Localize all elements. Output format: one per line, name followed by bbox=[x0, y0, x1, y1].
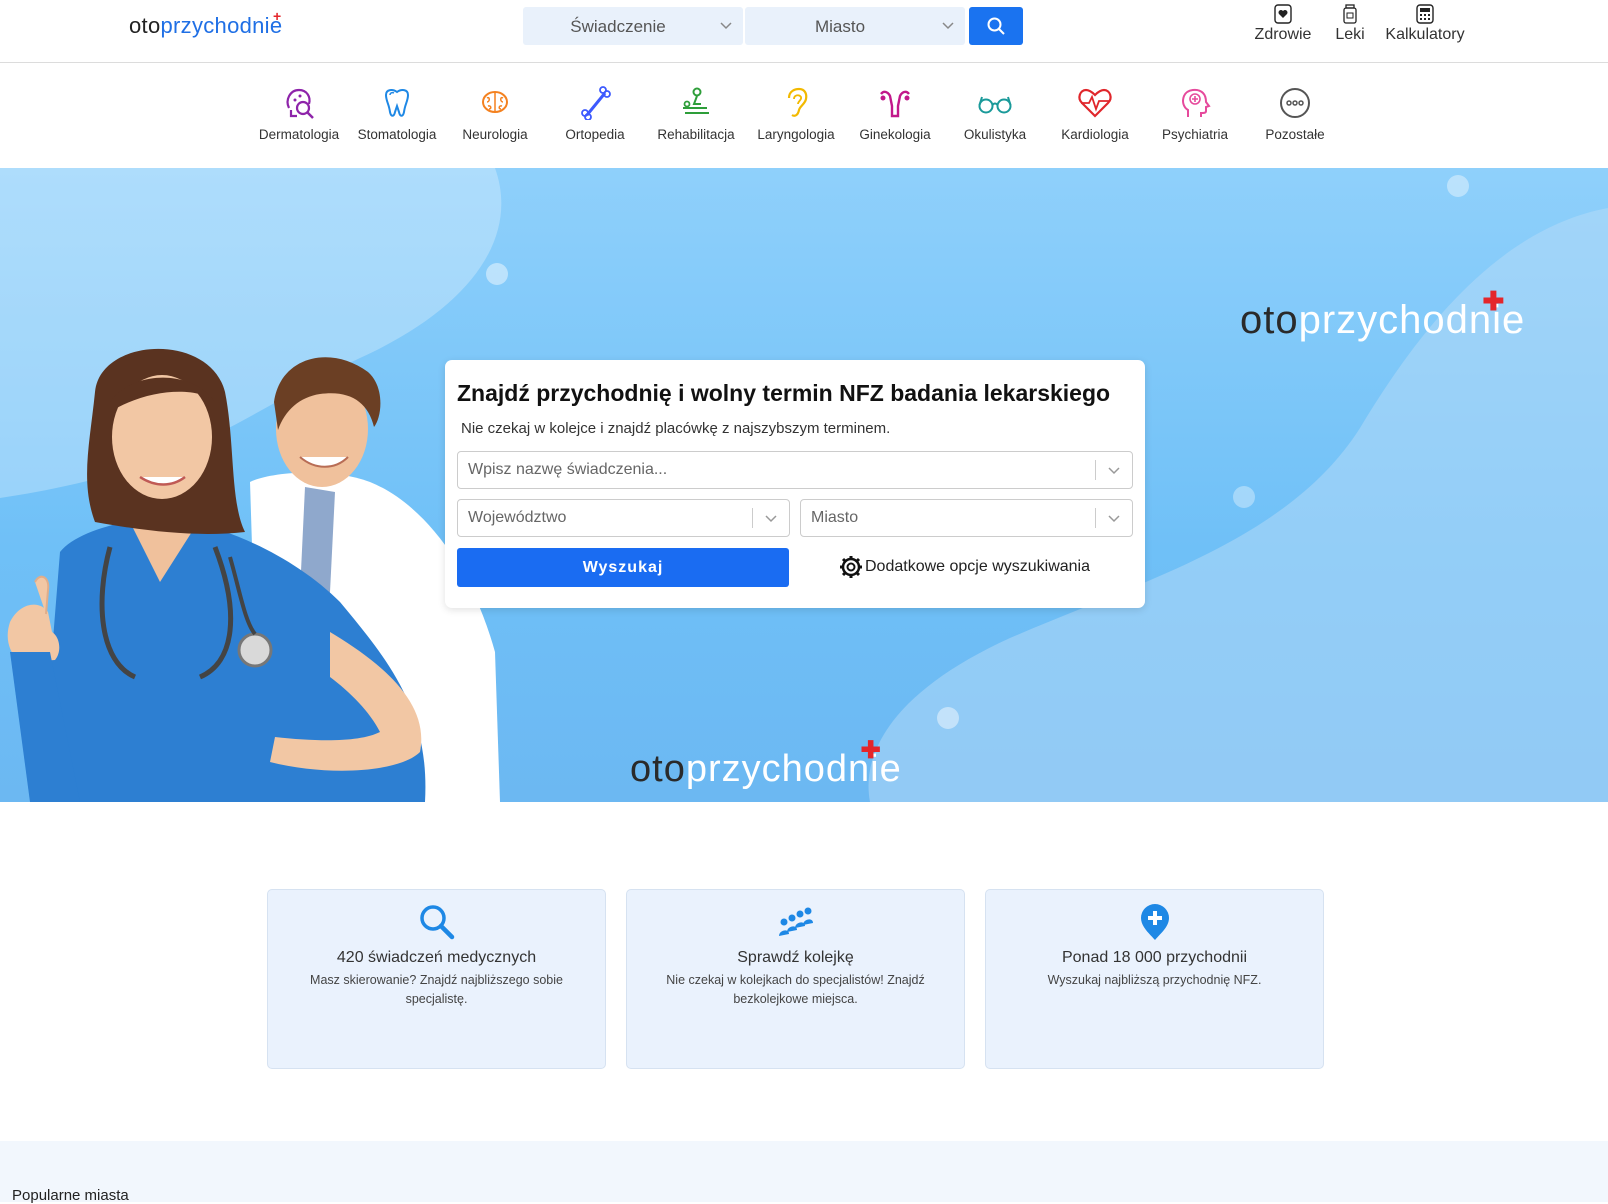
location-plus-icon bbox=[1140, 904, 1169, 940]
nav-zdrowie[interactable]: Zdrowie bbox=[1251, 4, 1315, 44]
dermatology-icon bbox=[286, 88, 314, 119]
more-dots-icon bbox=[1280, 88, 1310, 118]
hero-logo-bottom: otoprzychodnie ✚ bbox=[630, 737, 902, 790]
hero-logo-right: otoprzychodnie ✚ bbox=[1240, 286, 1526, 342]
massage-icon bbox=[683, 87, 709, 114]
glasses-icon bbox=[978, 96, 1012, 114]
city-select[interactable]: Miasto bbox=[745, 7, 965, 45]
category-stomatologia[interactable]: Stomatologia bbox=[349, 86, 445, 142]
nav-kalkulatory[interactable]: Kalkulatory bbox=[1384, 4, 1466, 44]
category-pozostale[interactable]: Pozostałe bbox=[1247, 86, 1343, 142]
category-psychiatria[interactable]: Psychiatria bbox=[1147, 86, 1243, 142]
search-icon bbox=[987, 17, 1005, 35]
chevron-down-icon bbox=[942, 22, 954, 30]
site-logo[interactable]: otoprzychodnie + bbox=[129, 8, 282, 39]
search-button[interactable]: Wyszukaj bbox=[457, 548, 789, 587]
top-bar: otoprzychodnie + Świadczenie Miasto Zdro… bbox=[0, 0, 1608, 63]
popular-cities-title: Popularne miasta bbox=[12, 1187, 129, 1204]
category-dermatologia[interactable]: Dermatologia bbox=[251, 86, 347, 142]
category-rehabilitacja[interactable]: Rehabilitacja bbox=[647, 86, 745, 142]
heart-pulse-icon bbox=[1078, 88, 1112, 118]
nav-leki[interactable]: Leki bbox=[1330, 4, 1370, 44]
more-options-link[interactable]: Dodatkowe opcje wyszukiwania bbox=[839, 555, 1090, 579]
info-card-clinics: Ponad 18 000 przychodnii Wyszukaj najbli… bbox=[985, 889, 1324, 1069]
category-ortopedia[interactable]: Ortopedia bbox=[547, 86, 643, 142]
region-select[interactable]: Województwo bbox=[457, 499, 790, 537]
chevron-down-icon bbox=[1108, 515, 1120, 523]
chevron-down-icon bbox=[1108, 467, 1120, 475]
head-plus-icon bbox=[1182, 88, 1211, 117]
doctors-illustration bbox=[7, 348, 500, 802]
hero-section: otoprzychodnie ✚ otoprzychodnie ✚ Znajdź… bbox=[0, 168, 1608, 802]
calculator-icon bbox=[1416, 4, 1434, 24]
info-card-queue: Sprawdź kolejkę Nie czekaj w kolejkach d… bbox=[626, 889, 965, 1069]
search-icon bbox=[419, 905, 454, 940]
logo-cross: + bbox=[272, 8, 282, 24]
uterus-icon bbox=[880, 90, 910, 118]
tooth-icon bbox=[384, 89, 410, 117]
heart-icon bbox=[1274, 4, 1292, 24]
bone-icon bbox=[581, 86, 611, 120]
category-okulistyka[interactable]: Okulistyka bbox=[947, 86, 1043, 142]
header-search-button[interactable] bbox=[969, 7, 1023, 45]
logo-cross: ✚ bbox=[1482, 286, 1506, 316]
ear-icon bbox=[787, 87, 808, 117]
service-input[interactable]: Wpisz nazwę świadczenia... bbox=[457, 451, 1133, 489]
popular-cities-section: Popularne miasta bbox=[0, 1141, 1608, 1204]
search-card-title: Znajdź przychodnię i wolny termin NFZ ba… bbox=[457, 380, 1111, 406]
gear-icon bbox=[840, 556, 862, 578]
category-neurologia[interactable]: Neurologia bbox=[447, 86, 543, 142]
category-kardiologia[interactable]: Kardiologia bbox=[1047, 86, 1143, 142]
category-bar: Dermatologia Stomatologia Neurologia Ort… bbox=[0, 64, 1608, 168]
category-ginekologia[interactable]: Ginekologia bbox=[847, 86, 943, 142]
logo-cross: ✚ bbox=[860, 737, 882, 764]
service-select[interactable]: Świadczenie bbox=[523, 7, 743, 45]
search-card-subtitle: Nie czekaj w kolejce i znajdź placówkę z… bbox=[461, 420, 891, 437]
city-input[interactable]: Miasto bbox=[800, 499, 1133, 537]
chevron-down-icon bbox=[765, 515, 777, 523]
search-card: Znajdź przychodnię i wolny termin NFZ ba… bbox=[445, 360, 1145, 608]
category-laryngologia[interactable]: Laryngologia bbox=[748, 86, 844, 142]
chevron-down-icon bbox=[720, 22, 732, 30]
info-card-services: 420 świadczeń medycznych Masz skierowani… bbox=[267, 889, 606, 1069]
brain-icon bbox=[482, 91, 508, 113]
queue-icon bbox=[778, 907, 813, 936]
medicine-bottle-icon bbox=[1343, 4, 1357, 24]
